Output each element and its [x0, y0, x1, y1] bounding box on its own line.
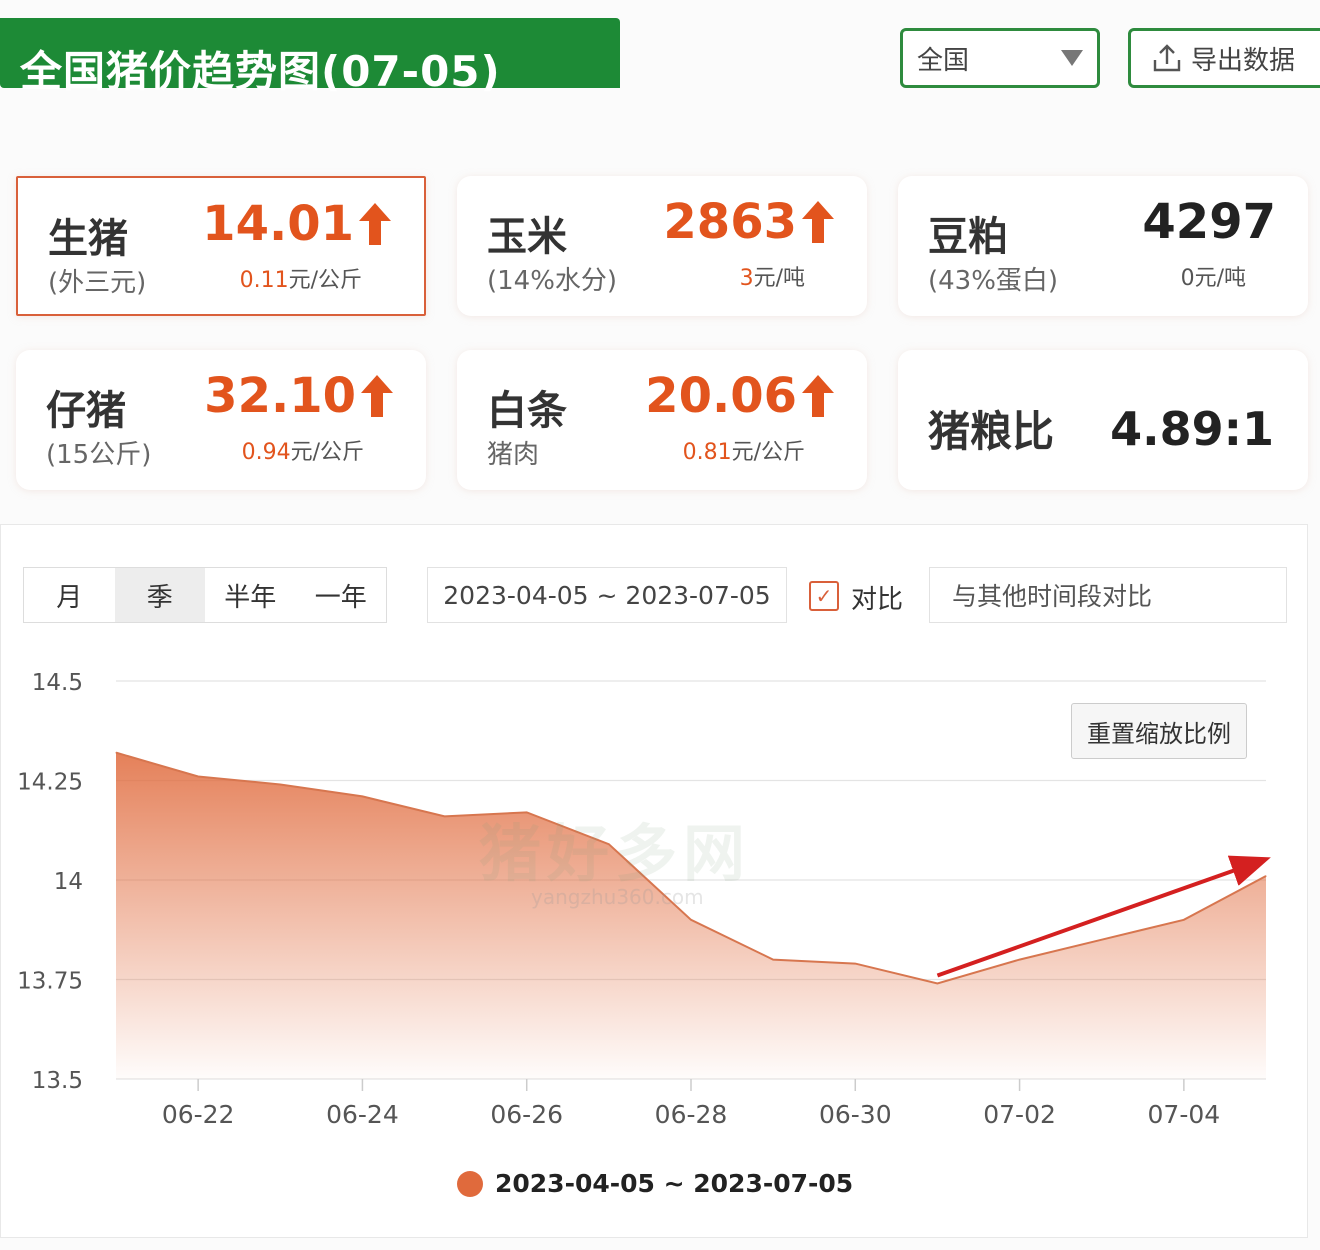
data-point: [1101, 939, 1103, 941]
card-price-value: 2863: [663, 194, 797, 250]
x-tick-label: 06-24: [326, 1100, 399, 1129]
legend-dot-icon: [457, 1170, 483, 1197]
y-tick-label: 13.5: [32, 1068, 83, 1094]
card-delta-num: 3: [739, 266, 754, 291]
data-point: [279, 783, 281, 785]
data-point: [115, 752, 117, 754]
region-select-value: 全国: [917, 45, 970, 76]
card-price-value: 14.01: [202, 196, 354, 252]
card-delta-unit: 元/公斤: [290, 440, 364, 465]
card-price: 2863: [663, 194, 835, 250]
y-tick-label: 14.25: [17, 770, 83, 796]
chart-panel: 月 季 半年 一年 2023-04-05 ~ 2023-07-05 ✓ 对比 与…: [0, 524, 1308, 1238]
card-delta-num: 0: [1180, 266, 1195, 291]
ratio-value: 4.89:1: [1110, 402, 1274, 456]
card-sub: (43%蛋白): [928, 266, 1059, 296]
y-tick-label: 14.5: [32, 670, 83, 696]
data-point: [772, 959, 774, 961]
card-soybean-meal[interactable]: 豆粕 (43%蛋白) 4297 0元/吨: [898, 176, 1308, 316]
card-name: 猪粮比: [928, 407, 1055, 456]
card-delta: 0.11元/公斤: [240, 262, 362, 294]
card-price-value: 32.10: [204, 368, 356, 424]
card-name: 仔猪: [46, 388, 126, 434]
series-area: [116, 752, 1266, 1079]
legend-label: 2023-04-05 ~ 2023-07-05: [495, 1169, 854, 1198]
card-live-pig[interactable]: 生猪 (外三元) 14.01 0.11元/公斤: [16, 176, 426, 316]
card-sub: (外三元): [48, 268, 147, 298]
data-point: [361, 795, 363, 797]
data-point: [690, 919, 692, 921]
card-sub: 猪肉: [487, 440, 540, 470]
data-point: [936, 982, 938, 984]
card-price: 20.06: [645, 368, 835, 424]
up-arrow-icon: [802, 201, 834, 243]
card-name: 白条: [487, 388, 567, 434]
y-tick-label: 13.75: [17, 969, 83, 995]
x-tick-label: 06-26: [490, 1100, 563, 1129]
data-point: [197, 776, 199, 778]
chart-legend[interactable]: 2023-04-05 ~ 2023-07-05: [457, 1169, 853, 1198]
card-delta: 0元/吨: [1181, 260, 1246, 292]
card-delta-unit: 元/吨: [1194, 266, 1246, 291]
data-point: [854, 963, 856, 965]
x-tick-label: 06-22: [162, 1100, 235, 1129]
card-pig-grain-ratio[interactable]: 猪粮比 4.89:1: [898, 350, 1308, 490]
card-delta-num: 0.81: [682, 440, 732, 465]
data-point: [1265, 875, 1267, 877]
card-price: 32.10: [204, 368, 394, 424]
card-piglet[interactable]: 仔猪 (15公斤) 32.10 0.94元/公斤: [16, 350, 426, 490]
title-banner: 全国猪价趋势图(07-05): [0, 18, 620, 96]
data-point: [444, 815, 446, 817]
card-delta-unit: 元/吨: [753, 266, 805, 291]
upload-icon: [1153, 44, 1181, 72]
card-delta-num: 0.94: [241, 440, 291, 465]
card-price-value: 20.06: [645, 368, 797, 424]
card-delta-unit: 元/公斤: [288, 268, 362, 293]
region-select[interactable]: 全国: [900, 28, 1100, 88]
watermark-logo: 猪好多网: [479, 817, 752, 890]
card-name: 生猪: [48, 216, 128, 262]
card-price: 4297: [1142, 194, 1276, 250]
export-data-button[interactable]: 导出数据: [1128, 28, 1320, 88]
x-tick-label: 07-02: [983, 1100, 1056, 1129]
card-price-value: 4297: [1142, 194, 1276, 250]
card-delta: 3元/吨: [740, 260, 805, 292]
dropdown-triangle-icon: [1061, 50, 1083, 66]
card-sub: (15公斤): [46, 440, 152, 470]
card-sub: (14%水分): [487, 266, 618, 296]
data-point: [1019, 959, 1021, 961]
x-tick-label: 06-30: [819, 1100, 892, 1129]
y-tick-label: 14: [54, 869, 83, 895]
up-arrow-icon: [359, 203, 391, 245]
page-title: 全国猪价趋势图(07-05): [20, 47, 501, 96]
up-arrow-icon: [802, 375, 834, 417]
watermark-url: yangzhu360.com: [531, 885, 704, 909]
card-delta-num: 0.11: [239, 268, 289, 293]
card-delta-unit: 元/公斤: [731, 440, 805, 465]
reset-zoom-button[interactable]: 重置缩放比例: [1071, 703, 1247, 759]
up-arrow-icon: [361, 375, 393, 417]
data-point: [1183, 919, 1185, 921]
card-corn[interactable]: 玉米 (14%水分) 2863 3元/吨: [457, 176, 867, 316]
export-label: 导出数据: [1191, 45, 1296, 76]
card-name: 豆粕: [928, 214, 1008, 260]
card-price: 14.01: [202, 196, 392, 252]
card-pork-carcass[interactable]: 白条 猪肉 20.06 0.81元/公斤: [457, 350, 867, 490]
card-name: 玉米: [487, 214, 567, 260]
card-delta: 0.81元/公斤: [683, 434, 805, 466]
card-delta: 0.94元/公斤: [242, 434, 364, 466]
x-tick-label: 06-28: [655, 1100, 728, 1129]
x-tick-label: 07-04: [1148, 1100, 1221, 1129]
